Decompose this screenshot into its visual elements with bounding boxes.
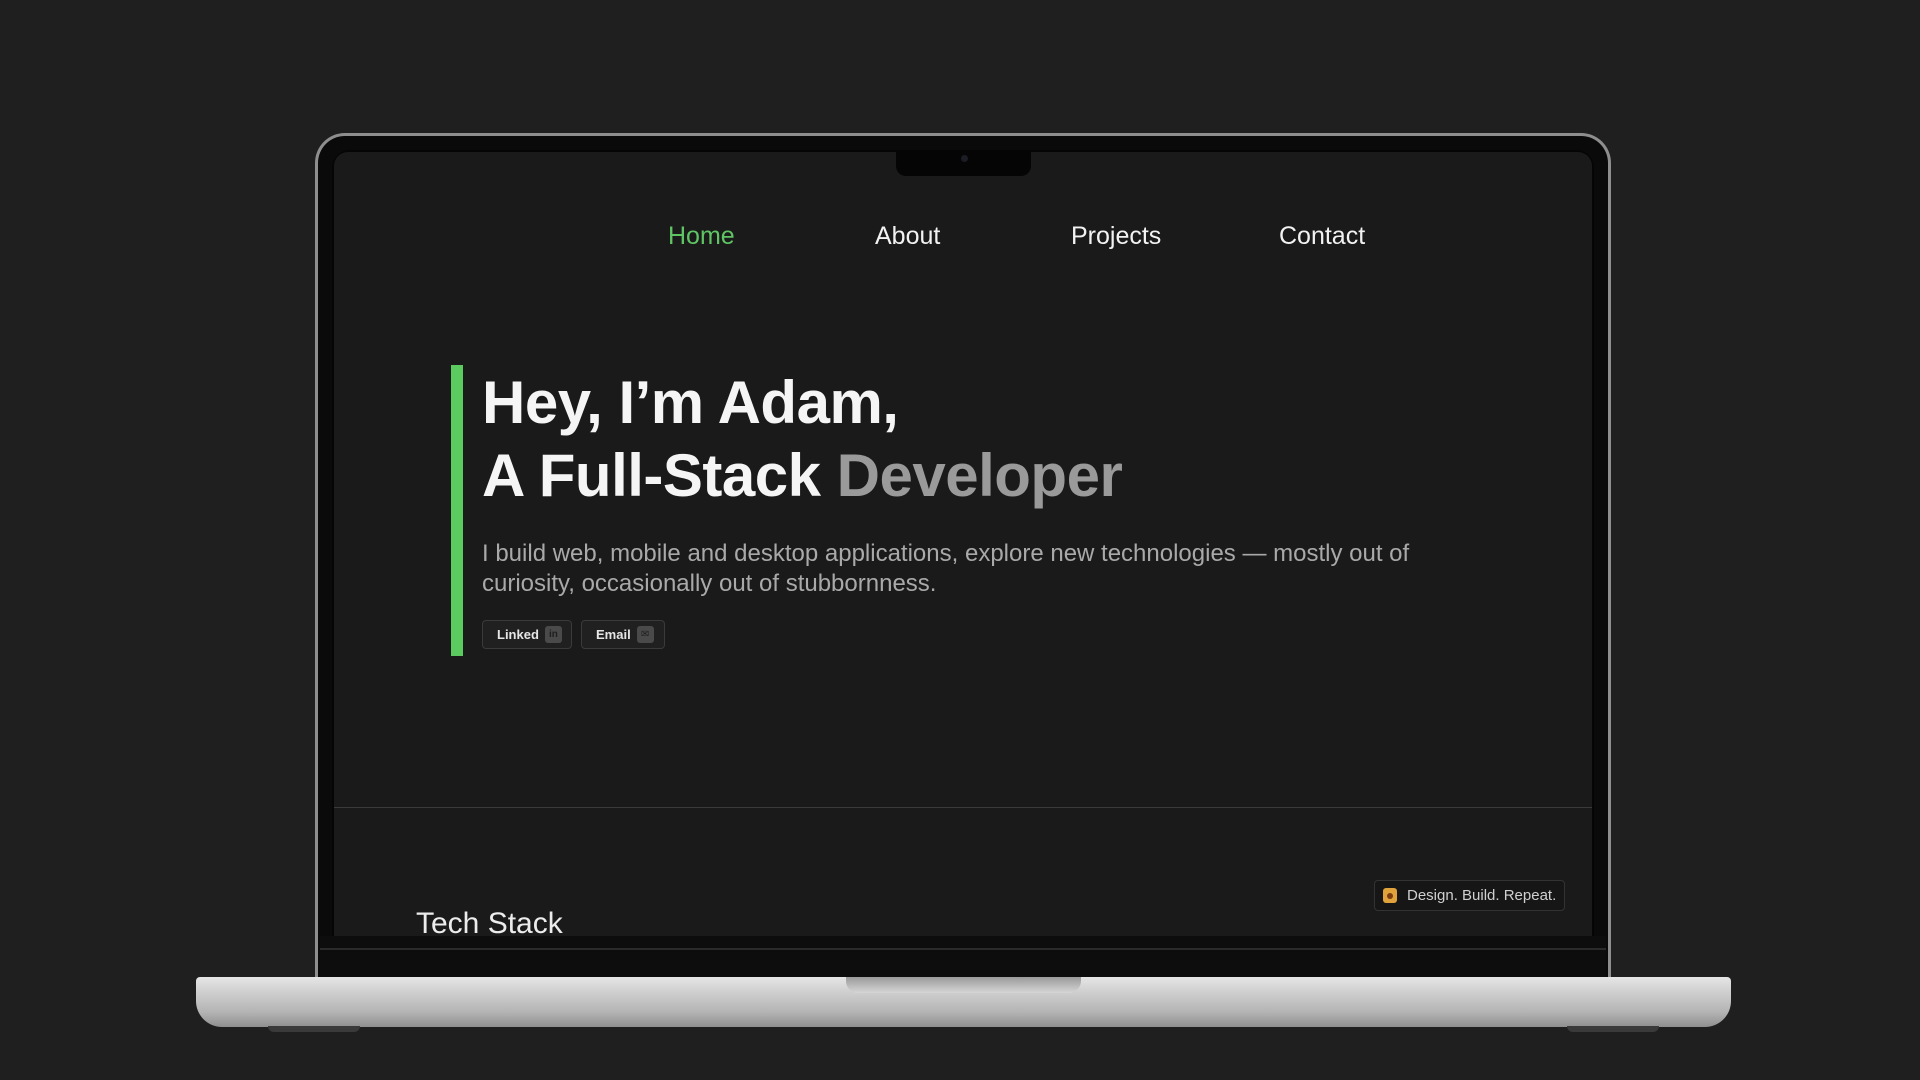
nav-contact-link[interactable]: Contact xyxy=(1279,222,1365,251)
tech-stack-heading: Tech Stack xyxy=(416,907,563,936)
hero-title-prefix: A Full-Stack xyxy=(482,442,837,509)
nav-about-link[interactable]: About xyxy=(875,222,940,251)
hero-accent-bar xyxy=(451,365,463,656)
laptop-screen: Home About Projects Contact Hey, I’m Ada… xyxy=(334,152,1592,936)
linkedin-icon: in xyxy=(544,626,562,643)
laptop-hinge-line xyxy=(320,948,1606,950)
nav-projects-link[interactable]: Projects xyxy=(1071,222,1161,251)
hero-title-accent: Developer xyxy=(836,442,1123,509)
tagline-text: Design. Build. Repeat. xyxy=(1407,887,1557,904)
linkedin-button-label: Linked xyxy=(497,627,539,642)
laptop-opening-lip xyxy=(846,977,1081,993)
hero-greeting: Hey, I’m Adam, xyxy=(482,369,899,436)
hero-title: A Full-Stack Developer xyxy=(482,441,1123,510)
email-button[interactable]: Email ✉ xyxy=(581,620,665,649)
tagline-badge: Design. Build. Repeat. xyxy=(1374,880,1566,911)
nav-home-link[interactable]: Home xyxy=(668,222,735,251)
linkedin-button[interactable]: Linked in xyxy=(482,620,572,649)
coffee-cup-icon xyxy=(1383,888,1397,903)
mockup-stage: Home About Projects Contact Hey, I’m Ada… xyxy=(0,0,1920,1080)
section-divider xyxy=(334,807,1592,808)
laptop-foot-left xyxy=(268,1026,360,1032)
main-nav: Home About Projects Contact xyxy=(334,222,1592,272)
hero-description: I build web, mobile and desktop applicat… xyxy=(482,540,1410,597)
camera-icon xyxy=(961,155,968,162)
laptop-foot-right xyxy=(1567,1026,1659,1032)
laptop-bottom-bezel xyxy=(320,936,1606,978)
email-icon: ✉ xyxy=(636,626,654,643)
email-button-label: Email xyxy=(596,627,631,642)
